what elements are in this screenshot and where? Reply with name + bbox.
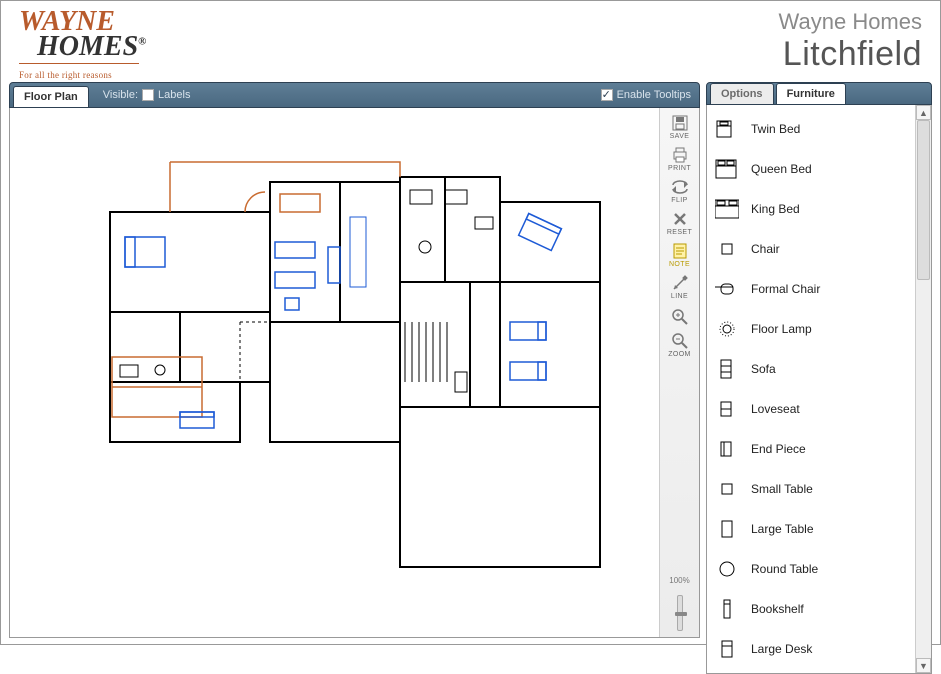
labels-checkbox[interactable] (142, 89, 154, 101)
furniture-item-twin-bed[interactable]: Twin Bed (707, 109, 915, 149)
print-icon (670, 146, 690, 164)
furniture-label: End Piece (751, 442, 806, 456)
chair-icon (713, 237, 741, 261)
tooltips-checkbox[interactable] (601, 89, 613, 101)
header: WAYNE HOMES® For all the right reasons W… (1, 1, 940, 81)
labels-text: Labels (158, 89, 190, 101)
furniture-item-sofa[interactable]: Sofa (707, 349, 915, 389)
floor-lamp-icon (713, 317, 741, 341)
furniture-item-end-piece[interactable]: End Piece (707, 429, 915, 469)
end-piece-icon (713, 437, 741, 461)
furniture-label: Queen Bed (751, 162, 812, 176)
flip-button[interactable]: FLIP (664, 178, 696, 204)
twin-bed-icon (713, 117, 741, 141)
large-desk-icon (713, 637, 741, 661)
zoom-out-icon (670, 332, 690, 350)
furniture-label: Floor Lamp (751, 322, 812, 336)
furniture-item-king-bed[interactable]: King Bed (707, 189, 915, 229)
sidebar-scrollbar[interactable]: ▲ ▼ (915, 105, 931, 673)
reset-button[interactable]: RESET (664, 210, 696, 236)
line-icon (670, 274, 690, 292)
save-button[interactable]: SAVE (664, 114, 696, 140)
furniture-label: Sofa (751, 362, 776, 376)
furniture-list: Twin Bed Queen Bed King Bed Chair Formal Cha… (707, 105, 915, 673)
sidebar-tabs: Options Furniture (706, 82, 932, 105)
main-area: SAVE PRINT FLIP RESET NOTE LINE ZOOM (9, 108, 700, 638)
sidebar: Options Furniture Twin Bed Queen Bed King … (706, 82, 932, 638)
furniture-item-queen-bed[interactable]: Queen Bed (707, 149, 915, 189)
furniture-item-formal-chair[interactable]: Formal Chair (707, 269, 915, 309)
logo-reg: ® (138, 36, 146, 48)
furniture-item-bookshelf[interactable]: Bookshelf (707, 589, 915, 629)
loveseat-icon (713, 397, 741, 421)
furniture-label: Small Table (751, 482, 813, 496)
zoom-in-icon (670, 308, 690, 326)
visible-label: Visible: (103, 89, 138, 101)
furniture-item-small-table[interactable]: Small Table (707, 469, 915, 509)
brand-logo: WAYNE HOMES® For all the right reasons (19, 9, 146, 80)
tab-floor-plan[interactable]: Floor Plan (13, 86, 89, 107)
tab-furniture[interactable]: Furniture (776, 83, 846, 104)
tooltips-text: Enable Tooltips (617, 89, 691, 101)
tool-strip: SAVE PRINT FLIP RESET NOTE LINE ZOOM (659, 108, 699, 637)
furniture-label: Chair (751, 242, 780, 256)
furniture-item-chair[interactable]: Chair (707, 229, 915, 269)
scroll-down-icon[interactable]: ▼ (916, 658, 931, 673)
zoom-out-button[interactable]: ZOOM (664, 332, 696, 358)
scroll-thumb[interactable] (917, 120, 930, 280)
floorplan-drawing[interactable] (50, 122, 610, 572)
furniture-label: Twin Bed (751, 122, 800, 136)
note-button[interactable]: NOTE (664, 242, 696, 268)
zoom-percent: 100% (669, 576, 689, 585)
sidebar-body: Twin Bed Queen Bed King Bed Chair Formal Cha… (706, 105, 932, 674)
zoom-in-button[interactable] (664, 308, 696, 326)
note-icon (670, 242, 690, 260)
furniture-item-floor-lamp[interactable]: Floor Lamp (707, 309, 915, 349)
furniture-label: Large Desk (751, 642, 812, 656)
title-brand: Wayne Homes (779, 9, 922, 35)
furniture-item-large-desk[interactable]: Large Desk (707, 629, 915, 669)
title-plan: Litchfield (779, 35, 922, 74)
toolbar: Floor Plan Visible: Labels Enable Toolti… (9, 82, 700, 108)
save-icon (670, 114, 690, 132)
large-table-icon (713, 517, 741, 541)
furniture-label: King Bed (751, 202, 800, 216)
furniture-label: Large Table (751, 522, 814, 536)
small-table-icon (713, 477, 741, 501)
furniture-item-large-table[interactable]: Large Table (707, 509, 915, 549)
floorplan-canvas[interactable] (10, 108, 659, 637)
furniture-label: Formal Chair (751, 282, 820, 296)
formal-chair-icon (713, 277, 741, 301)
reset-icon (670, 210, 690, 228)
line-button[interactable]: LINE (664, 274, 696, 300)
print-button[interactable]: PRINT (664, 146, 696, 172)
furniture-item-loveseat[interactable]: Loveseat (707, 389, 915, 429)
sofa-icon (713, 357, 741, 381)
furniture-label: Round Table (751, 562, 818, 576)
bookshelf-icon (713, 597, 741, 621)
flip-icon (670, 178, 690, 196)
king-bed-icon (713, 197, 741, 221)
queen-bed-icon (713, 157, 741, 181)
logo-tagline: For all the right reasons (19, 70, 146, 80)
zoom-slider[interactable] (677, 595, 683, 631)
furniture-label: Bookshelf (751, 602, 804, 616)
scroll-up-icon[interactable]: ▲ (916, 105, 931, 120)
page-title-block: Wayne Homes Litchfield (779, 9, 922, 74)
furniture-label: Loveseat (751, 402, 800, 416)
logo-line2: HOMES (37, 31, 138, 62)
round-table-icon (713, 557, 741, 581)
furniture-item-round-table[interactable]: Round Table (707, 549, 915, 589)
tab-options[interactable]: Options (710, 83, 774, 104)
